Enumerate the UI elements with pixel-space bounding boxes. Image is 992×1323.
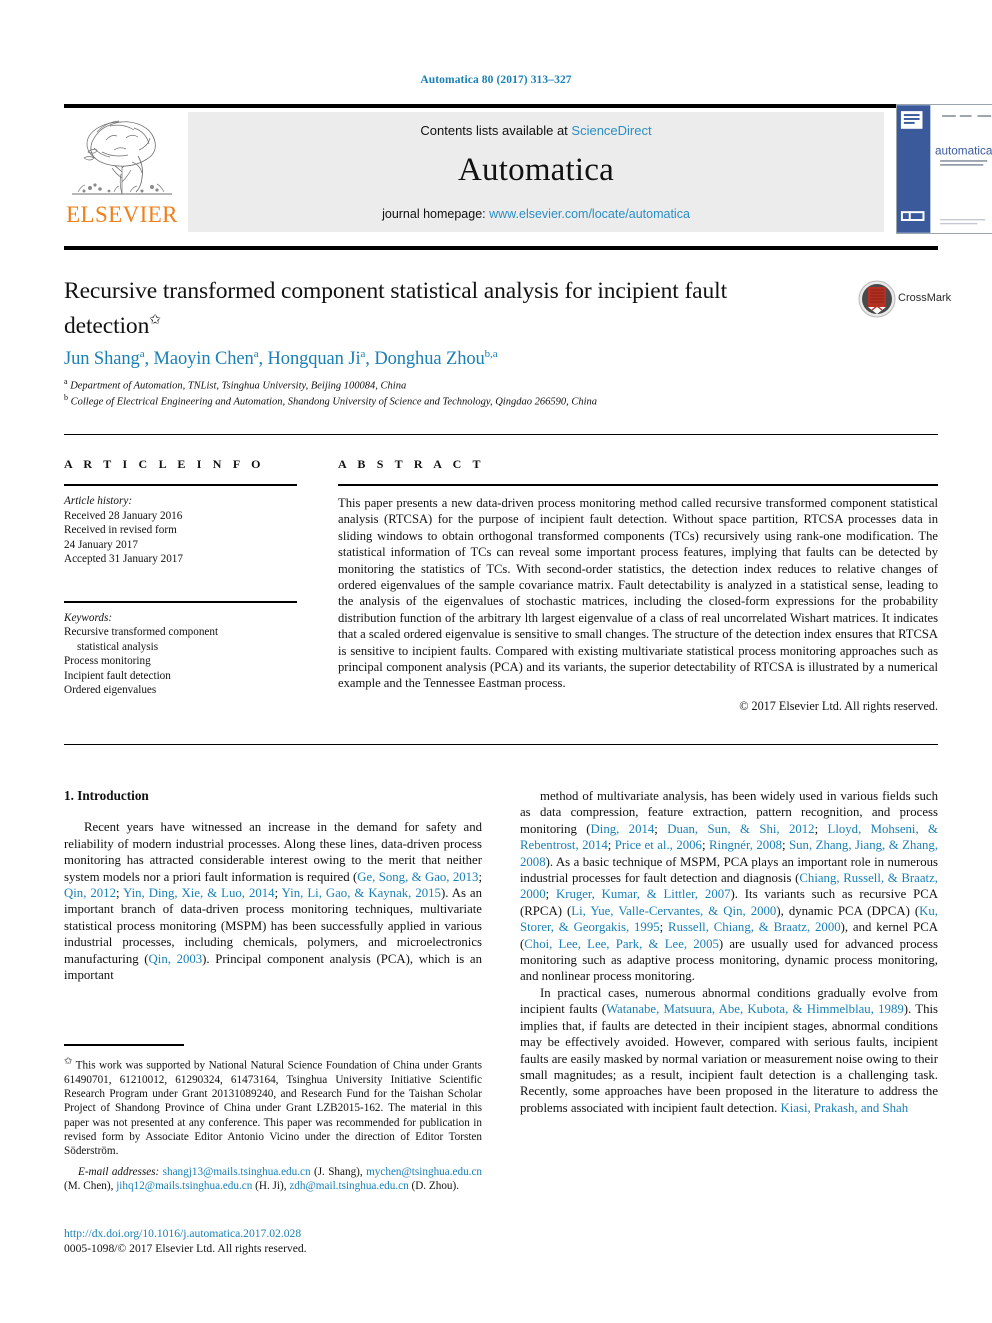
title-top-rule <box>64 246 938 250</box>
keyword-3: Incipient fault detection <box>64 669 171 682</box>
author-2[interactable]: Hongquan Jia <box>267 348 366 370</box>
article-info-heading: A R T I C L E I N F O <box>64 457 265 471</box>
elsevier-logo: ELSEVIER <box>64 112 180 232</box>
email-link-3[interactable]: zdh@mail.tsinghua.edu.cn <box>289 1180 408 1192</box>
article-history-3: Accepted 31 January 2017 <box>64 553 183 565</box>
journal-masthead: ELSEVIER Contents lists available at Sci… <box>64 104 992 234</box>
abstract-section-bottom-rule <box>64 744 938 745</box>
abstract-rule <box>338 484 938 486</box>
email-owner-2: (H. Ji) <box>255 1180 284 1193</box>
email-owner-0: (J. Shang) <box>313 1166 360 1179</box>
affiliation-text: College of Electrical Engineering and Au… <box>70 396 598 408</box>
sciencedirect-link[interactable]: ScienceDirect <box>571 123 651 138</box>
email-owner-3: (D. Zhou) <box>411 1180 457 1193</box>
elsevier-tree-icon <box>72 120 172 195</box>
affiliation-b: b College of Electrical Engineering and … <box>64 391 924 410</box>
keyword-1: statistical analysis <box>77 640 159 653</box>
author-list: Jun Shanga, Maoyin Chena, Hongquan Jia, … <box>64 348 498 370</box>
article-info-rule <box>64 484 297 486</box>
body-column-left: 1. Introduction Recent years have witnes… <box>64 788 482 983</box>
author-affil-marker: a <box>139 348 145 360</box>
crossmark-label: CrossMark <box>898 292 952 304</box>
intro-paragraph-right-2: In practical cases, numerous abnormal co… <box>520 985 938 1115</box>
article-history-2: 24 January 2017 <box>64 538 138 551</box>
abstract-copyright: © 2017 Elsevier Ltd. All rights reserved… <box>739 698 938 713</box>
author-affil-marker: a <box>253 348 259 360</box>
masthead-top-rule <box>64 104 938 108</box>
keywords-label: Keywords: <box>64 611 113 624</box>
crossmark-badge[interactable]: CrossMark <box>858 280 951 320</box>
article-history-1: Received in revised form <box>64 524 177 536</box>
abstract-heading: A B S T R A C T <box>338 457 485 471</box>
author-affil-marker: b,a <box>484 348 498 360</box>
running-head: Automatica 80 (2017) 313–327 <box>420 74 572 86</box>
journal-cover-thumbnail: automatica <box>896 104 992 234</box>
author-0[interactable]: Jun Shanga <box>64 348 145 370</box>
email-label: E-mail addresses: <box>78 1166 160 1179</box>
email-owner-1: (M. Chen) <box>64 1180 111 1193</box>
keyword-0: Recursive transformed component <box>64 626 219 638</box>
article-info-spacer <box>64 567 314 601</box>
affiliation-text: Department of Automation, TNList, Tsingh… <box>70 380 407 392</box>
author-3[interactable]: Donghua Zhoub,a <box>374 348 498 370</box>
intro-paragraph-left: Recent years have witnessed an increase … <box>64 820 482 983</box>
title-footnote-marker: ✩ <box>149 313 161 328</box>
journal-banner: Contents lists available at ScienceDirec… <box>188 112 884 232</box>
author-name: Hongquan Ji <box>267 349 361 370</box>
homepage-prefix: journal homepage: <box>382 207 490 221</box>
page-title: Recursive transformed component statisti… <box>64 277 824 341</box>
article-history-block: Article history: Received 28 January 201… <box>64 494 314 567</box>
paper-page: Automatica 80 (2017) 313–327 ELSEVIER Co… <box>0 0 992 1323</box>
journal-homepage-line: journal homepage: www.elsevier.com/locat… <box>188 207 884 221</box>
keywords-rule <box>64 600 297 603</box>
journal-homepage-link[interactable]: www.elsevier.com/locate/automatica <box>489 207 690 221</box>
keyword-2: Process monitoring <box>64 655 151 667</box>
funding-note: ✩ This work was supported by National Na… <box>64 1056 482 1157</box>
intro-paragraph-right-1: method of multivariate analysis, has bee… <box>520 789 939 984</box>
keywords-block: Keywords: Recursive transformed componen… <box>64 611 314 698</box>
email-link-0[interactable]: shangj13@mails.tsinghua.edu.cn <box>163 1166 311 1178</box>
doi-block: http://dx.doi.org/10.1016/j.automatica.2… <box>64 1226 494 1256</box>
author-name: Jun Shang <box>64 349 140 370</box>
elsevier-wordmark: ELSEVIER <box>66 202 178 227</box>
journal-cover-image: automatica <box>897 105 992 233</box>
affiliation-marker: b <box>64 393 68 402</box>
footnote-rule <box>64 1044 184 1046</box>
svg-text:automatica: automatica <box>935 144 992 157</box>
doi-link[interactable]: http://dx.doi.org/10.1016/j.automatica.2… <box>64 1226 494 1241</box>
article-info-column: Article history: Received 28 January 201… <box>64 484 314 698</box>
article-history-0: Received 28 January 2016 <box>64 509 183 522</box>
journal-title: Automatica <box>458 152 614 188</box>
title-text: Recursive transformed component statisti… <box>64 278 728 339</box>
crossmark-icon <box>858 280 896 318</box>
section-heading-introduction: 1. Introduction <box>64 788 149 803</box>
email-addresses-note: E-mail addresses: shangj13@mails.tsinghu… <box>64 1166 483 1193</box>
author-1[interactable]: Maoyin Chena <box>153 348 259 370</box>
author-name: Donghua Zhou <box>374 349 485 370</box>
contents-lists-line: Contents lists available at ScienceDirec… <box>188 112 884 138</box>
email-link-2[interactable]: jihq12@mails.tsinghua.edu.cn <box>116 1180 252 1192</box>
article-history-label: Article history: <box>64 495 133 507</box>
keyword-4: Ordered eigenvalues <box>64 684 157 696</box>
abstract-section-top-rule <box>64 434 938 435</box>
body-column-right: method of multivariate analysis, has bee… <box>520 788 938 1116</box>
abstract-column: This paper presents a new data-driven pr… <box>338 484 938 714</box>
author-name: Maoyin Chen <box>153 349 254 370</box>
abstract-text: This paper presents a new data-driven pr… <box>338 496 938 691</box>
issn-copyright-line: 0005-1098/© 2017 Elsevier Ltd. All right… <box>64 1242 307 1255</box>
footnote-block: ✩ This work was supported by National Na… <box>64 1044 482 1194</box>
affiliation-marker: a <box>64 377 68 386</box>
author-affil-marker: a <box>360 348 366 360</box>
email-link-1[interactable]: mychen@tsinghua.edu.cn <box>366 1166 482 1178</box>
contents-prefix: Contents lists available at <box>420 123 572 138</box>
